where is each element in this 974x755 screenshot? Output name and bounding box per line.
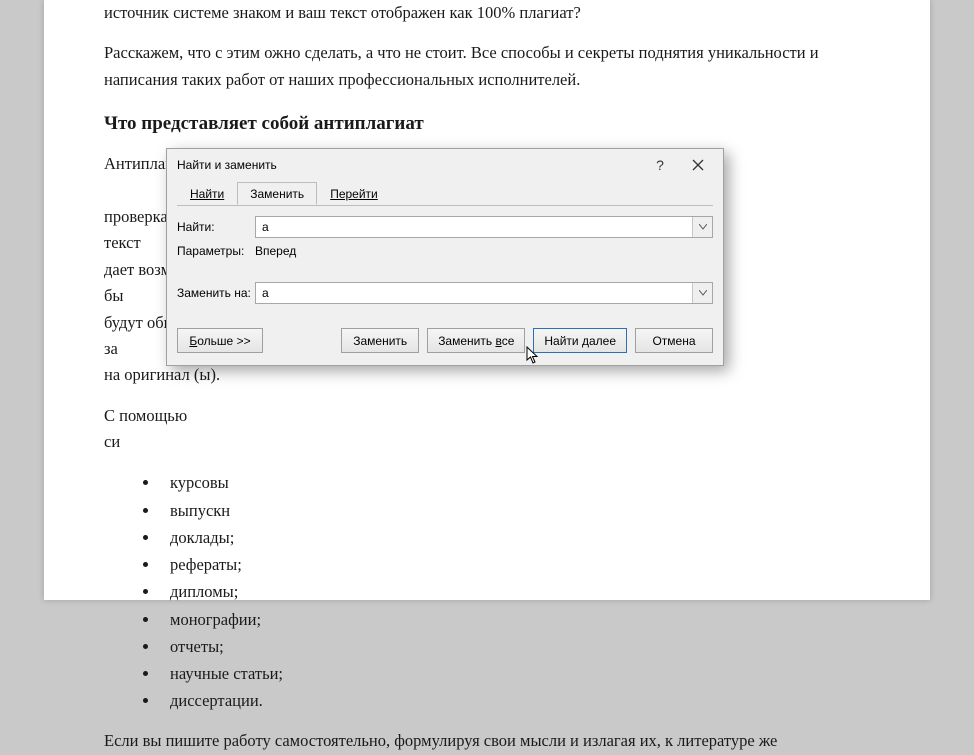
- list-item: диссертации.: [160, 687, 870, 714]
- find-dropdown-button[interactable]: [692, 217, 712, 237]
- replace-label: Заменить на:: [177, 286, 255, 300]
- dialog-title: Найти и заменить: [177, 158, 641, 172]
- doc-paragraph: Расскажем, что с этим ожно сделать, а чт…: [104, 40, 870, 93]
- close-icon: [692, 159, 704, 171]
- replace-button[interactable]: Заменить: [341, 328, 419, 353]
- dialog-button-row: Больше >> Заменить Заменить все Найти да…: [167, 322, 723, 365]
- tab-find[interactable]: Найти: [177, 182, 237, 205]
- replace-input[interactable]: [256, 283, 692, 303]
- list-item: курсовы: [160, 469, 870, 496]
- list-item: дипломы;: [160, 578, 870, 605]
- find-replace-dialog: Найти и заменить ? Найти Заменить Перейт…: [166, 148, 724, 366]
- find-label: Найти:: [177, 220, 255, 234]
- list-item: рефераты;: [160, 551, 870, 578]
- close-button[interactable]: [679, 153, 717, 177]
- chevron-down-icon: [699, 224, 707, 230]
- list-item: доклады;: [160, 524, 870, 551]
- dialog-tabs: Найти Заменить Перейти: [167, 181, 723, 205]
- tab-replace[interactable]: Заменить: [237, 182, 317, 205]
- more-button[interactable]: Больше >>: [177, 328, 263, 353]
- tab-panel-replace: Найти: Параметры: Вперед Заменить на:: [177, 205, 713, 322]
- doc-paragraph: Если вы пишите работу самостоятельно, фо…: [104, 728, 870, 754]
- list-item: научные статьи;: [160, 660, 870, 687]
- list-item: монографии;: [160, 606, 870, 633]
- help-button[interactable]: ?: [641, 153, 679, 177]
- replace-all-button[interactable]: Заменить все: [427, 328, 525, 353]
- cancel-button[interactable]: Отмена: [635, 328, 713, 353]
- find-combo[interactable]: [255, 216, 713, 238]
- doc-heading: Что представляет собой антиплагиат: [104, 113, 870, 135]
- find-input[interactable]: [256, 217, 692, 237]
- params-value: Вперед: [255, 244, 296, 258]
- doc-paragraph: С помощью сиXXXXXXXXXXXXXXXXXXXXXXXXXXXX…: [104, 403, 870, 456]
- replace-dropdown-button[interactable]: [692, 283, 712, 303]
- list-item: отчеты;: [160, 633, 870, 660]
- doc-list: курсовы выпускн доклады; рефераты; дипло…: [160, 469, 870, 714]
- dialog-titlebar[interactable]: Найти и заменить ?: [167, 149, 723, 181]
- params-label: Параметры:: [177, 244, 255, 258]
- replace-combo[interactable]: [255, 282, 713, 304]
- chevron-down-icon: [699, 290, 707, 296]
- find-next-button[interactable]: Найти далее: [533, 328, 627, 353]
- tab-goto[interactable]: Перейти: [317, 182, 391, 205]
- list-item: выпускн: [160, 497, 870, 524]
- doc-paragraph: источник системе знаком и ваш текст отоб…: [104, 0, 870, 26]
